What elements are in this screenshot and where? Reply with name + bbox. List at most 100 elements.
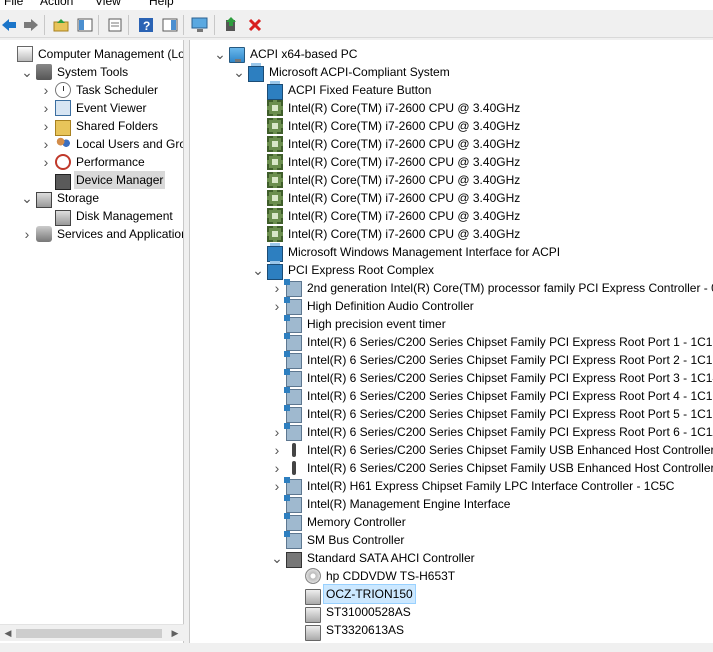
tree-item-label: Task Scheduler (76, 83, 159, 97)
device-tree-item[interactable]: › Intel(R) 6 Series/C200 Series Chipset F… (271, 441, 713, 459)
collapse-chevron-icon[interactable]: ⌄ (214, 45, 226, 63)
device-tree-item[interactable]: Intel(R) Core(TM) i7-2600 CPU @ 3.40GHz (252, 117, 522, 135)
device-tree-pane[interactable]: ⌄ ACPI x64-based PC ⌄ Microsoft ACPI-Compli… (189, 40, 713, 643)
device-tree-item[interactable]: High precision event timer (271, 315, 448, 333)
expand-chevron-icon[interactable]: › (21, 225, 33, 243)
usb-icon (286, 442, 302, 458)
collapse-chevron-icon[interactable]: ⌄ (21, 63, 33, 81)
properties-icon[interactable] (106, 16, 124, 34)
device-tree-item[interactable]: Memory Controller (271, 513, 408, 531)
device-tree-item[interactable]: › Intel(R) 6 Series/C200 Series Chipset F… (271, 423, 713, 441)
collapse-chevron-icon[interactable]: ⌄ (233, 63, 245, 81)
device-tree-item[interactable]: Intel(R) Core(TM) i7-2600 CPU @ 3.40GHz (252, 225, 522, 243)
tree-item-label: High precision event timer (307, 317, 446, 331)
update-driver-icon[interactable] (222, 16, 240, 34)
cpu-icon (267, 208, 283, 224)
menu-file[interactable]: File (0, 0, 36, 10)
expand-chevron-icon[interactable]: › (40, 99, 52, 117)
device-tree-item[interactable]: ⌄ PCI Express Root Complex (252, 260, 436, 280)
tree-item-label: Intel(R) Core(TM) i7-2600 CPU @ 3.40GHz (288, 191, 521, 205)
tree-item-label: Intel(R) Core(TM) i7-2600 CPU @ 3.40GHz (288, 119, 521, 133)
action-pane-icon[interactable] (161, 16, 179, 34)
device-tree-item[interactable]: Microsoft Windows Management Interface f… (252, 242, 562, 262)
device-tree-item[interactable]: ⌄ Microsoft ACPI-Compliant System (233, 62, 452, 82)
device-tree-item[interactable]: ST31000528AS (290, 603, 413, 623)
device-tree-item[interactable]: SM Bus Controller (271, 531, 406, 549)
scroll-left-arrow-icon[interactable]: ◀ (1, 626, 15, 641)
device-tree-item[interactable]: Intel(R) Core(TM) i7-2600 CPU @ 3.40GHz (252, 207, 522, 225)
left-horizontal-scrollbar[interactable]: ◀ ▶ (0, 624, 184, 641)
device-tree-item[interactable]: ⌄ ACPI x64-based PC (214, 45, 359, 63)
console-tree-item[interactable]: › Services and Applications (21, 225, 184, 243)
tree-item-label: ACPI Fixed Feature Button (288, 83, 432, 97)
expand-chevron-icon[interactable]: › (271, 279, 283, 297)
device-tree-item[interactable]: ⌄ Standard SATA AHCI Controller (271, 549, 477, 568)
device-tree-item[interactable]: Intel(R) Management Engine Interface (271, 495, 512, 513)
console-tree-item[interactable]: › Local Users and Groups (40, 135, 183, 153)
collapse-chevron-icon[interactable]: ⌄ (252, 261, 264, 279)
collapse-chevron-icon[interactable]: ⌄ (21, 189, 33, 207)
device-tree-item[interactable]: OCZ-TRION150 (290, 584, 416, 605)
tree-item-label: Services and Applications (57, 227, 184, 241)
console-tree-item[interactable]: Disk Management (40, 207, 175, 226)
device-tree-item[interactable]: Intel(R) 6 Series/C200 Series Chipset Fa… (271, 369, 713, 387)
console-tree-item[interactable]: › Event Viewer (40, 99, 148, 117)
scroll-thumb[interactable] (16, 629, 162, 638)
device-tree-item[interactable]: Intel(R) Core(TM) i7-2600 CPU @ 3.40GHz (252, 135, 522, 153)
menu-help[interactable]: Help (145, 0, 180, 10)
device-tree-item[interactable]: ACPI Fixed Feature Button (252, 80, 433, 100)
help-icon[interactable]: ? (137, 16, 155, 34)
menu-view[interactable]: View (91, 0, 145, 10)
expand-chevron-icon[interactable]: › (40, 135, 52, 153)
ctl-icon (284, 387, 302, 405)
expand-chevron-icon[interactable]: › (40, 117, 52, 135)
ctl-icon (284, 297, 302, 315)
device-tree-item[interactable]: ST3320613AS (290, 621, 406, 641)
expand-chevron-icon[interactable]: › (271, 459, 283, 477)
device-tree-item[interactable]: Intel(R) 6 Series/C200 Series Chipset Fa… (271, 405, 713, 423)
console-tree-item[interactable]: Device Manager (40, 171, 166, 190)
back-arrow-icon[interactable] (0, 16, 18, 34)
console-tree-item[interactable]: › Shared Folders (40, 117, 160, 136)
uninstall-icon[interactable] (246, 16, 264, 34)
show-hide-tree-icon[interactable] (76, 16, 94, 34)
tree-item-label: Disk Management (76, 209, 173, 223)
device-tree-item[interactable]: Intel(R) Core(TM) i7-2600 CPU @ 3.40GHz (252, 99, 522, 117)
device-tree-item[interactable]: › 2nd generation Intel(R) Core(TM) proces… (271, 279, 713, 297)
device-tree-item[interactable]: Intel(R) Core(TM) i7-2600 CPU @ 3.40GHz (252, 189, 522, 207)
console-tree-item[interactable]: ⌄ Storage (21, 189, 101, 208)
expand-chevron-icon[interactable]: › (40, 153, 52, 171)
console-tree-pane[interactable]: Computer Management (Local ⌄ System Tools ›… (0, 40, 184, 643)
forward-arrow-icon[interactable] (22, 16, 40, 34)
scroll-right-arrow-icon[interactable]: ▶ (168, 626, 182, 641)
menu-action[interactable]: Action (36, 0, 91, 10)
expand-chevron-icon[interactable]: › (271, 423, 283, 441)
expand-chevron-icon[interactable]: › (271, 441, 283, 459)
tree-item-label: Local Users and Groups (76, 137, 183, 151)
expand-chevron-icon[interactable]: › (40, 81, 52, 99)
console-tree-item[interactable]: › Task Scheduler (40, 81, 160, 99)
expand-chevron-icon[interactable]: › (271, 477, 283, 495)
device-tree-item[interactable]: › Intel(R) 6 Series/C200 Series Chipset F… (271, 459, 713, 477)
device-tree-item[interactable]: Intel(R) 6 Series/C200 Series Chipset Fa… (271, 333, 713, 351)
tree-item-label: Intel(R) Core(TM) i7-2600 CPU @ 3.40GHz (288, 227, 521, 241)
collapse-chevron-icon[interactable]: ⌄ (271, 549, 283, 567)
device-tree-item[interactable]: › Intel(R) H61 Express Chipset Family LPC… (271, 477, 676, 495)
expand-chevron-icon[interactable]: › (271, 297, 283, 315)
scan-hardware-icon[interactable] (191, 16, 209, 34)
device-tree-item[interactable]: hp CDDVDW TS-H653T (290, 567, 457, 585)
device-tree-item[interactable]: Intel(R) Core(TM) i7-2600 CPU @ 3.40GHz (252, 153, 522, 171)
console-tree-item[interactable]: Computer Management (Local (2, 45, 183, 63)
device-tree-item[interactable]: Intel(R) Core(TM) i7-2600 CPU @ 3.40GHz (252, 171, 522, 189)
device-tree-item[interactable]: › High Definition Audio Controller (271, 297, 476, 315)
device-tree-item[interactable]: Intel(R) 6 Series/C200 Series Chipset Fa… (271, 387, 713, 405)
device-tree-item[interactable]: Intel(R) 6 Series/C200 Series Chipset Fa… (271, 351, 713, 369)
up-folder-icon[interactable] (52, 16, 70, 34)
console-tree-item[interactable]: ⌄ System Tools (21, 63, 130, 81)
console-tree-item[interactable]: › Performance (40, 153, 147, 171)
